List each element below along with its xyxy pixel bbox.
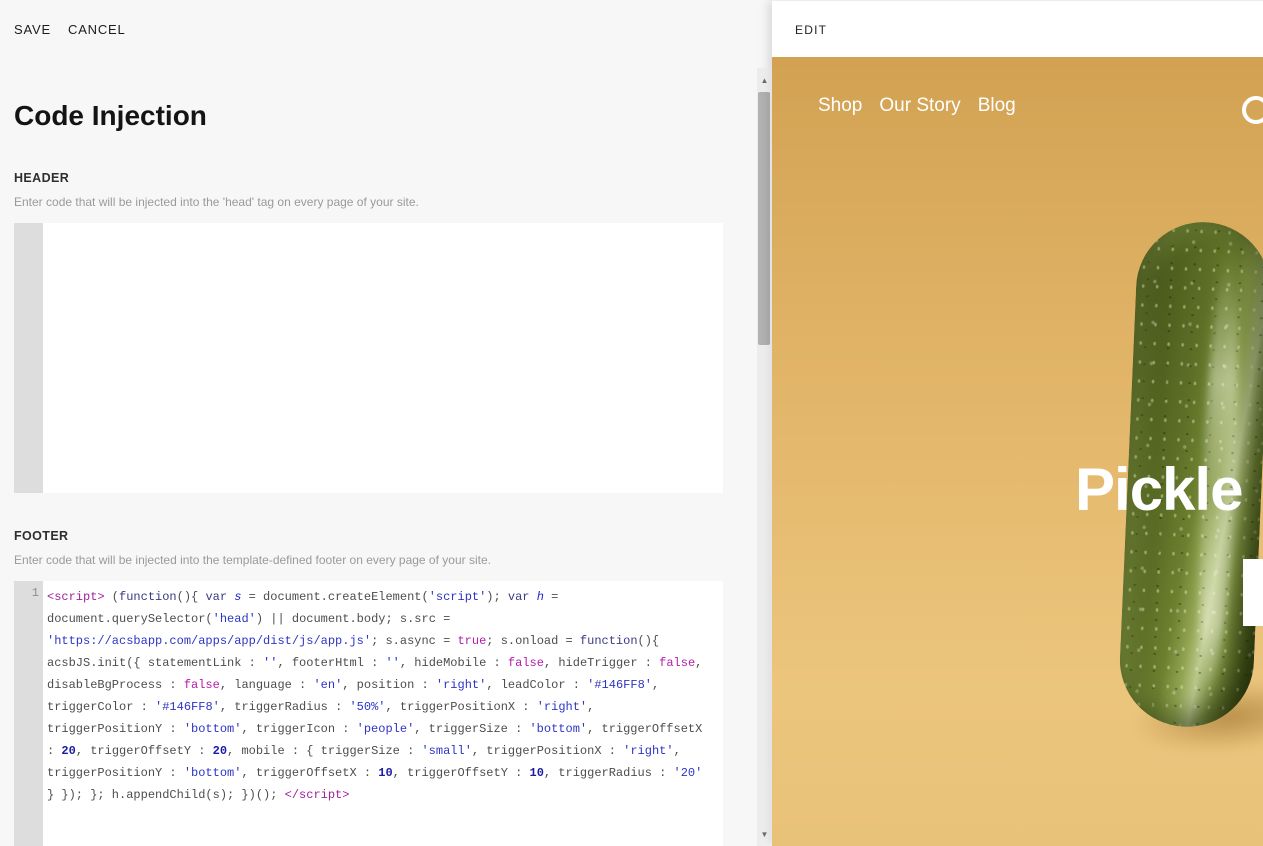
header-editor-gutter xyxy=(14,223,43,493)
hero-title: Pickle xyxy=(1075,455,1242,524)
footer-code-editor[interactable]: 1 <script> (function(){ var s = document… xyxy=(14,581,723,846)
left-panel-scrollbar[interactable]: ▲ ▼ xyxy=(757,68,772,846)
footer-section-description: Enter code that will be injected into th… xyxy=(14,553,491,567)
preview-edit-bar: EDIT xyxy=(772,0,1263,57)
line-number: 1 xyxy=(32,586,39,600)
code-injection-panel: SAVE CANCEL Code Injection HEADER Enter … xyxy=(0,0,757,846)
site-preview: Shop Our Story Blog Pickle xyxy=(772,57,1263,846)
nav-link[interactable]: Shop xyxy=(818,95,862,117)
preview-nav: Shop Our Story Blog xyxy=(818,95,1016,117)
edit-button[interactable]: EDIT xyxy=(795,23,827,37)
page-title: Code Injection xyxy=(14,100,207,132)
footer-section-label: FOOTER xyxy=(14,529,68,543)
footer-code-content[interactable]: <script> (function(){ var s = document.c… xyxy=(47,586,715,806)
header-section-label: HEADER xyxy=(14,171,69,185)
nav-link[interactable]: Our Story xyxy=(879,95,960,117)
header-code-editor[interactable] xyxy=(14,223,723,493)
cancel-button[interactable]: CANCEL xyxy=(68,22,126,37)
header-section-description: Enter code that will be injected into th… xyxy=(14,195,419,209)
edge-white-box xyxy=(1243,559,1263,626)
scrollbar-up-icon[interactable]: ▲ xyxy=(757,74,772,88)
scrollbar-thumb[interactable] xyxy=(758,92,770,345)
footer-editor-gutter: 1 xyxy=(14,581,43,846)
save-button[interactable]: SAVE xyxy=(14,22,51,37)
scrollbar-down-icon[interactable]: ▼ xyxy=(757,828,772,842)
cart-circle-icon[interactable] xyxy=(1242,96,1263,124)
site-preview-panel: EDIT Shop Our Story Blog Pickle xyxy=(772,0,1263,846)
nav-link[interactable]: Blog xyxy=(978,95,1016,117)
